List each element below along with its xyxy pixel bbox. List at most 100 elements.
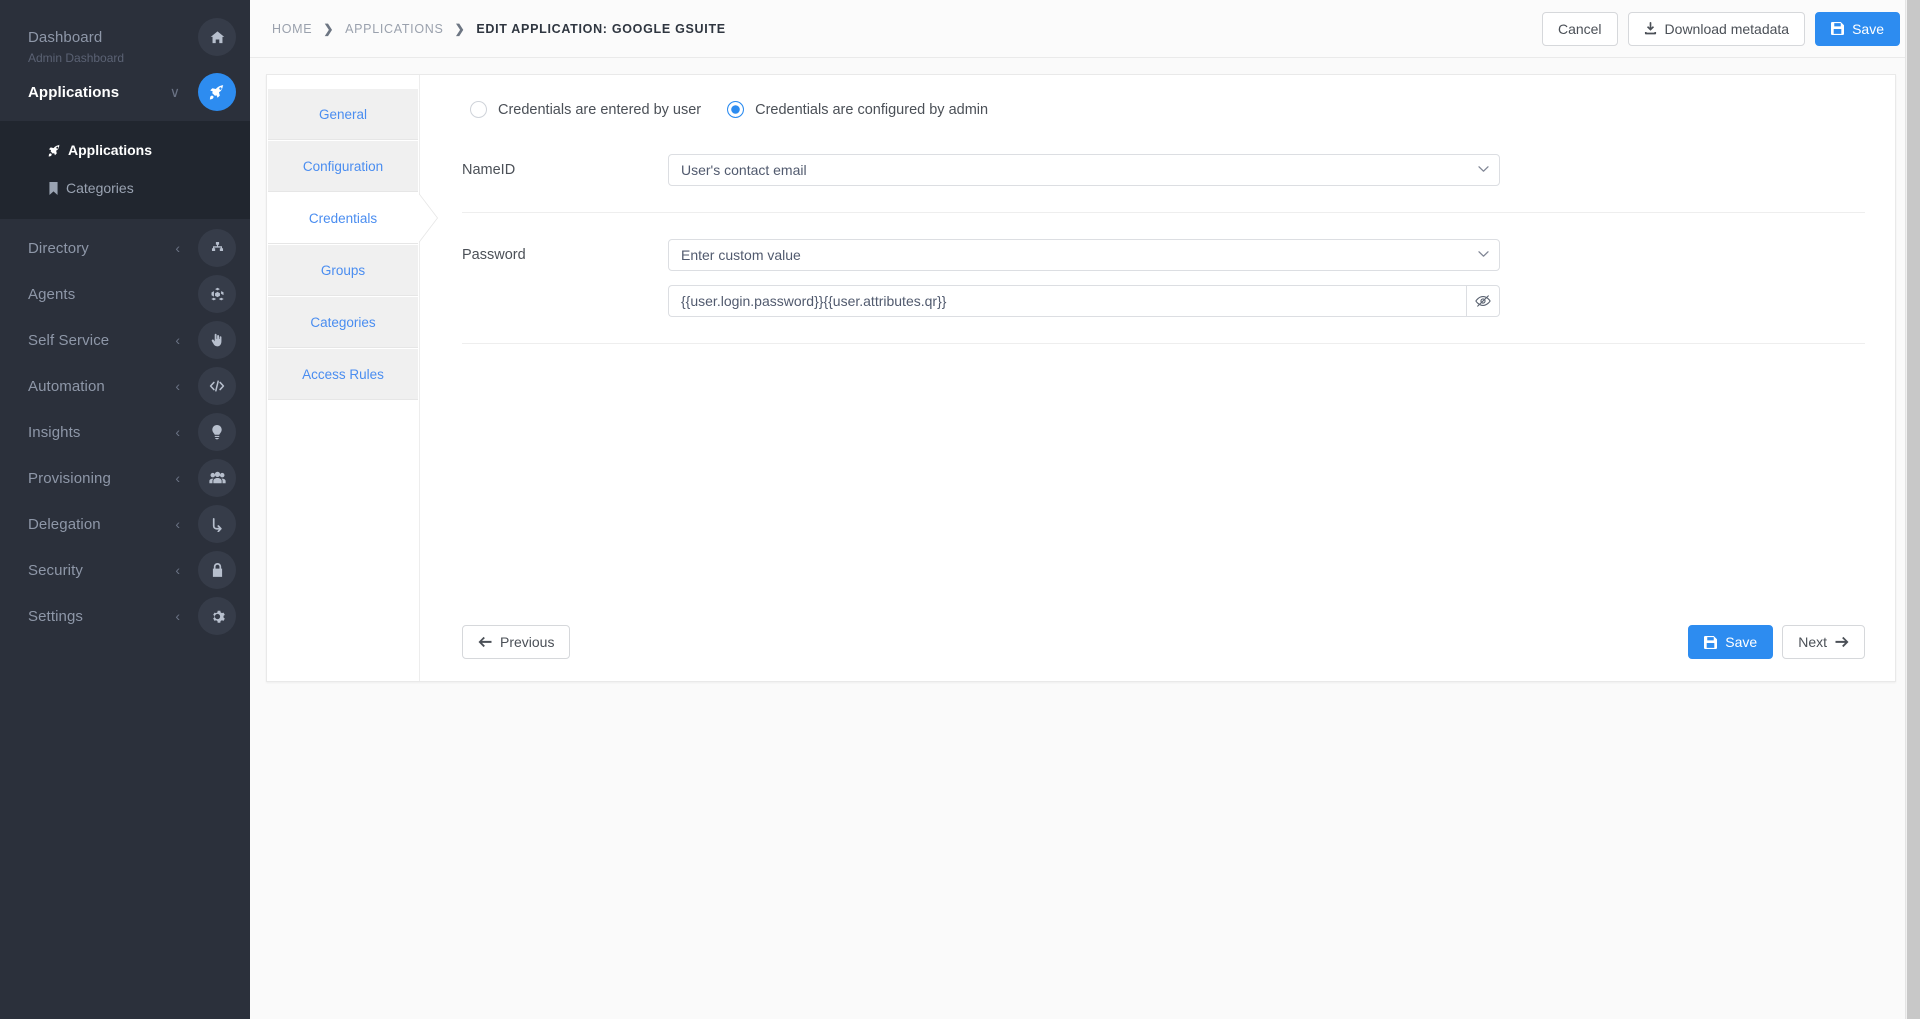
breadcrumb-applications[interactable]: APPLICATIONS [345, 22, 443, 36]
tab-credentials[interactable]: Credentials [268, 193, 418, 244]
sidebar-item-automation[interactable]: Automation ‹ [0, 363, 250, 409]
tab-label: General [318, 106, 368, 122]
sidebar-subitem-label: Applications [68, 142, 153, 158]
hand-icon [198, 321, 236, 359]
next-button-label: Next [1798, 634, 1827, 650]
sidebar-item-label: Directory [28, 239, 89, 257]
tab-general[interactable]: General [268, 89, 418, 140]
breadcrumb-home[interactable]: HOME [272, 22, 312, 36]
password-control: Enter custom value [668, 239, 1500, 317]
password-custom-value-input[interactable] [668, 285, 1466, 317]
sidebar-item-agents[interactable]: Agents [0, 271, 250, 317]
tab-label: Categories [310, 314, 376, 330]
sidebar-item-label: Provisioning [28, 469, 111, 487]
sidebar-item-label: Self Service [28, 331, 110, 349]
top-bar: HOME ❯ APPLICATIONS ❯ EDIT APPLICATION: … [250, 0, 1920, 58]
radio-credentials-by-admin[interactable]: Credentials are configured by admin [727, 101, 988, 118]
sidebar-menu: Directory ‹ Agents Self Service ‹ Automa… [0, 219, 250, 639]
download-metadata-button[interactable]: Download metadata [1627, 11, 1806, 46]
radio-credentials-by-user[interactable]: Credentials are entered by user [470, 101, 701, 118]
sidebar-item-delegation[interactable]: Delegation ‹ [0, 501, 250, 547]
sidebar: Dashboard Admin Dashboard Applications ∨… [0, 0, 250, 1019]
sidebar-item-label: Security [28, 561, 83, 579]
sidebar-item-dashboard[interactable]: Dashboard [0, 14, 250, 60]
sidebar-applications-label: Applications [28, 83, 120, 101]
save-button-top[interactable]: Save [1815, 11, 1900, 46]
tab-configuration[interactable]: Configuration [268, 141, 418, 192]
sidebar-item-self-service[interactable]: Self Service ‹ [0, 317, 250, 363]
floppy-icon [1704, 635, 1718, 649]
password-row: Password Enter custom value [462, 239, 1865, 344]
sidebar-subitem-label: Categories [66, 180, 134, 196]
download-icon [1644, 22, 1657, 35]
main-content: HOME ❯ APPLICATIONS ❯ EDIT APPLICATION: … [250, 0, 1920, 1019]
chevron-right-icon: ❯ [323, 21, 335, 36]
chevron-left-icon: ‹ [175, 470, 180, 486]
sidebar-item-label: Delegation [28, 515, 101, 533]
chevron-left-icon: ‹ [175, 608, 180, 624]
sidebar-item-insights[interactable]: Insights ‹ [0, 409, 250, 455]
previous-button[interactable]: Previous [462, 625, 571, 659]
cubes-icon [198, 275, 236, 313]
users-icon [198, 459, 236, 497]
password-mode-value: Enter custom value [681, 247, 801, 263]
radio-dot [470, 101, 487, 118]
tab-access-rules[interactable]: Access Rules [268, 349, 418, 400]
sidebar-item-label: Insights [28, 423, 81, 441]
sidebar-item-label: Automation [28, 377, 105, 395]
scrollbar-thumb[interactable] [1907, 0, 1920, 1019]
sidebar-header: Dashboard Admin Dashboard Applications ∨ [0, 0, 250, 121]
credentials-mode-radio-group: Credentials are entered by user Credenti… [470, 101, 1865, 118]
chevron-left-icon: ‹ [175, 562, 180, 578]
code-icon [198, 367, 236, 405]
chevron-right-icon: ❯ [454, 21, 466, 36]
radio-label: Credentials are configured by admin [755, 101, 989, 118]
nameid-control: User's contact email [668, 154, 1500, 186]
password-mode-select[interactable]: Enter custom value [668, 239, 1500, 271]
sidebar-item-provisioning[interactable]: Provisioning ‹ [0, 455, 250, 501]
sidebar-item-security[interactable]: Security ‹ [0, 547, 250, 593]
lock-icon [198, 551, 236, 589]
app-root: Dashboard Admin Dashboard Applications ∨… [0, 0, 1920, 1019]
chevron-left-icon: ‹ [175, 378, 180, 394]
chevron-left-icon: ‹ [175, 332, 180, 348]
gear-icon [198, 597, 236, 635]
chevron-down-icon: ∨ [169, 84, 180, 100]
sitemap-icon [198, 229, 236, 267]
form-footer-right: Save Next [1688, 625, 1865, 659]
form-spacer [462, 370, 1865, 619]
download-metadata-label: Download metadata [1664, 20, 1790, 37]
chevron-left-icon: ‹ [175, 424, 180, 440]
tab-groups[interactable]: Groups [268, 245, 418, 296]
tab-label: Credentials [308, 210, 378, 226]
breadcrumb-current: EDIT APPLICATION: GOOGLE GSUITE [476, 21, 726, 36]
chevron-down-icon [1478, 250, 1489, 261]
sidebar-item-directory[interactable]: Directory ‹ [0, 225, 250, 271]
sidebar-item-label: Settings [28, 607, 83, 625]
sidebar-item-applications[interactable]: Applications ∨ [0, 69, 250, 115]
password-custom-value-group [668, 285, 1500, 317]
next-button[interactable]: Next [1782, 625, 1865, 659]
nameid-label: NameID [462, 162, 516, 178]
tab-column: General Configuration Credentials Groups… [267, 75, 419, 681]
save-button-bottom[interactable]: Save [1688, 625, 1774, 659]
nameid-row: NameID User's contact email [462, 154, 1865, 213]
rocket-icon [48, 144, 61, 157]
sidebar-subitem-categories[interactable]: Categories [0, 169, 250, 207]
home-icon [198, 18, 236, 56]
page-scrollbar[interactable] [1905, 0, 1920, 1019]
chevron-down-icon [1478, 165, 1489, 176]
sidebar-item-label: Agents [28, 285, 76, 303]
nameid-select[interactable]: User's contact email [668, 154, 1500, 186]
breadcrumb: HOME ❯ APPLICATIONS ❯ EDIT APPLICATION: … [272, 22, 726, 36]
save-button-top-label: Save [1852, 20, 1884, 37]
sidebar-dashboard-label: Dashboard [28, 28, 103, 46]
tab-categories[interactable]: Categories [268, 297, 418, 348]
sidebar-subitem-applications[interactable]: Applications [0, 131, 250, 169]
nameid-selected-value: User's contact email [681, 162, 807, 178]
eye-slash-icon[interactable] [1466, 285, 1500, 317]
sidebar-item-settings[interactable]: Settings ‹ [0, 593, 250, 639]
bookmark-icon [48, 181, 59, 195]
tab-label: Configuration [302, 158, 384, 174]
cancel-button[interactable]: Cancel [1541, 11, 1618, 46]
